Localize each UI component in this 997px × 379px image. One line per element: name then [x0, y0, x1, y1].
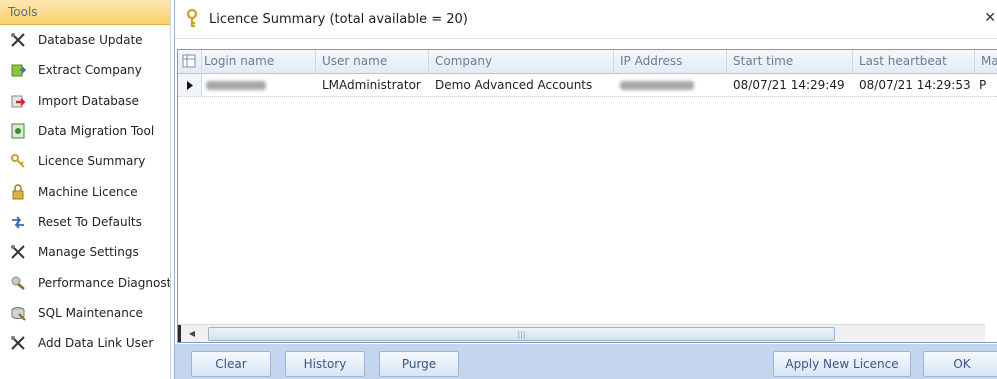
scrollbar-edge [178, 325, 181, 342]
close-icon[interactable]: ✕ [984, 10, 996, 26]
tool-performance-diagnostics[interactable]: Performance Diagnostics [0, 267, 170, 297]
tool-label: Manage Settings [38, 245, 139, 260]
clear-button[interactable]: Clear [191, 351, 271, 377]
tool-database-update[interactable]: Database Update [0, 25, 170, 55]
data-migration-icon [10, 123, 26, 139]
tool-machine-licence[interactable]: Machine Licence [0, 176, 170, 206]
cell-company: Demo Advanced Accounts [435, 78, 593, 92]
key-icon [183, 8, 201, 29]
extract-company-icon [10, 62, 26, 78]
tools-cross-icon [10, 244, 26, 260]
tool-manage-settings[interactable]: Manage Settings [0, 237, 170, 267]
column-chooser-icon[interactable] [178, 50, 202, 73]
redacted-ip-address [620, 81, 694, 90]
apply-new-licence-button[interactable]: Apply New Licence [773, 351, 911, 377]
column-start-time[interactable]: Start time [727, 50, 853, 73]
purge-button[interactable]: Purge [379, 351, 459, 377]
tool-add-data-link-user[interactable]: Add Data Link User [0, 328, 170, 358]
tools-cross-icon [10, 335, 26, 351]
tool-label: SQL Maintenance [38, 305, 143, 320]
column-ma[interactable]: Ma [975, 50, 997, 73]
cell-login-name [202, 74, 316, 96]
tool-label: Performance Diagnostics [38, 275, 170, 290]
horizontal-scrollbar[interactable]: ◀ ||| [178, 324, 985, 342]
key-icon [10, 153, 26, 169]
cell-user-name: LMAdministrator [322, 78, 421, 92]
tool-label: Add Data Link User [38, 336, 154, 351]
tools-cross-icon [10, 32, 26, 48]
table-row[interactable]: LMAdministrator Demo Advanced Accounts 0… [178, 74, 997, 97]
history-button[interactable]: History [285, 351, 365, 377]
grid-header: Login name User name Company IP Address … [178, 50, 997, 74]
column-ip-address[interactable]: IP Address [614, 50, 727, 73]
column-company[interactable]: Company [429, 50, 614, 73]
redacted-login-name [206, 81, 266, 90]
tools-list: Database Update Extract Company Import D… [0, 25, 170, 358]
cell-ip-address [614, 74, 727, 96]
dialog-title: Licence Summary (total available = 20) [209, 11, 468, 27]
ok-button[interactable]: OK [923, 351, 997, 377]
tool-label: Licence Summary [38, 154, 146, 169]
dialog-title-bar: Licence Summary (total available = 20) ✕ [175, 0, 997, 39]
tool-data-migration[interactable]: Data Migration Tool [0, 116, 170, 146]
column-login-name[interactable]: Login name [202, 50, 316, 73]
licence-grid: Login name User name Company IP Address … [177, 49, 997, 343]
cell-last-heartbeat: 08/07/21 14:29:53 [859, 78, 971, 92]
tool-label: Machine Licence [38, 184, 138, 199]
tools-panel: Tools Database Update Extract Company Im… [0, 0, 171, 379]
scrollbar-thumb[interactable]: ||| [208, 327, 835, 341]
cell-start-time: 08/07/21 14:29:49 [733, 78, 845, 92]
tool-label: Reset To Defaults [38, 214, 142, 229]
column-last-heartbeat[interactable]: Last heartbeat [853, 50, 975, 73]
row-selector-arrow-icon [178, 74, 202, 96]
tool-import-database[interactable]: Import Database [0, 86, 170, 116]
import-database-icon [10, 93, 26, 109]
lock-icon [10, 183, 26, 200]
reset-arrows-icon [10, 214, 26, 230]
scroll-left-arrow-icon[interactable]: ◀ [184, 325, 200, 342]
tool-reset-to-defaults[interactable]: Reset To Defaults [0, 207, 170, 237]
tool-label: Extract Company [38, 63, 142, 78]
tool-sql-maintenance[interactable]: SQL Maintenance [0, 298, 170, 328]
performance-icon [10, 275, 26, 291]
licence-summary-dialog: Licence Summary (total available = 20) ✕… [174, 0, 997, 379]
cell-ma: P [979, 78, 987, 92]
dialog-button-bar: Clear History Purge Apply New Licence OK [175, 344, 997, 379]
sql-maintenance-icon [10, 305, 26, 321]
tool-label: Data Migration Tool [38, 124, 155, 139]
column-user-name[interactable]: User name [316, 50, 429, 73]
tool-extract-company[interactable]: Extract Company [0, 55, 170, 85]
tool-licence-summary[interactable]: Licence Summary [0, 146, 170, 176]
tool-label: Import Database [38, 93, 139, 108]
tool-label: Database Update [38, 33, 143, 48]
tools-header[interactable]: Tools [0, 0, 170, 25]
